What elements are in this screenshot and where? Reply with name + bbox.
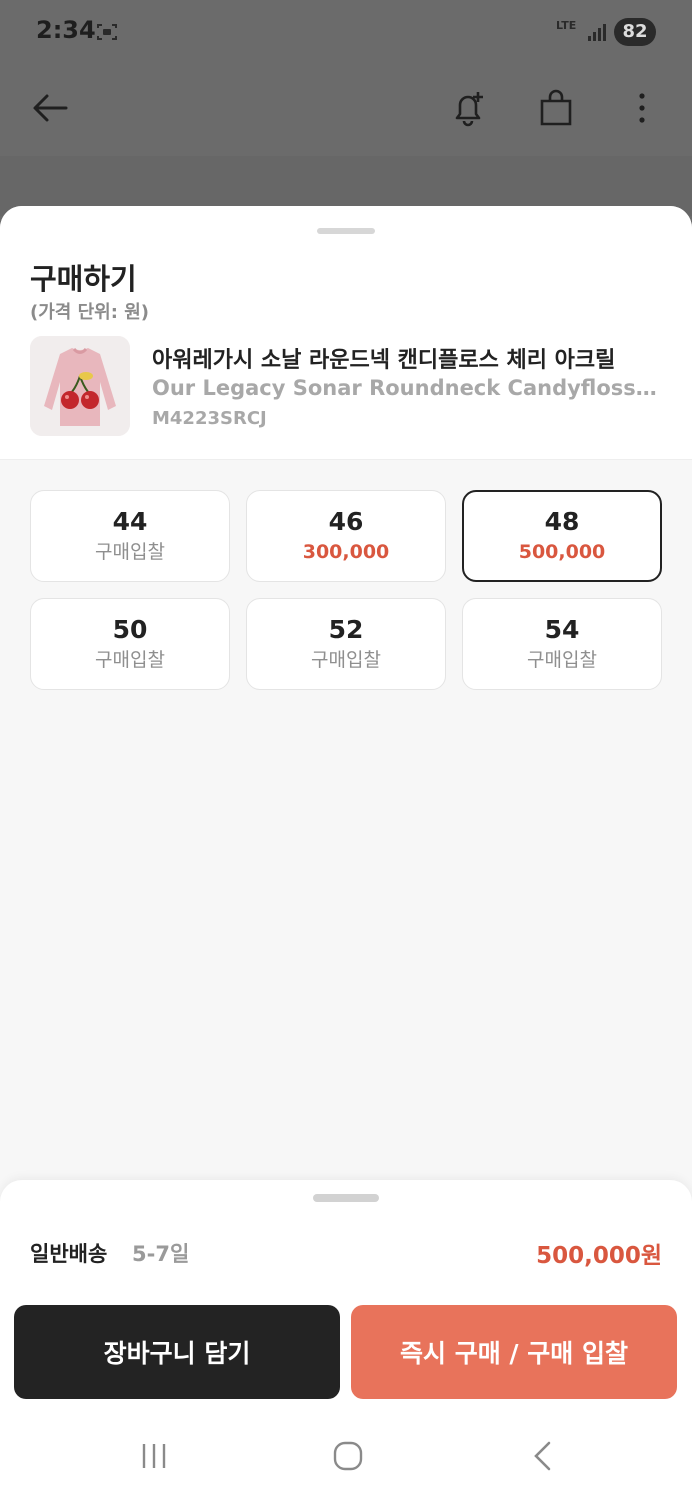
size-status: 구매입찰 (311, 649, 381, 671)
shopping-bag-icon[interactable] (532, 84, 580, 132)
signal-icon (586, 22, 608, 42)
more-vertical-icon[interactable] (618, 84, 666, 132)
size-grid: 44 구매입찰 46 300,000 48 500,000 50 구매입찰 52… (30, 490, 663, 690)
network-type: LTE (556, 19, 577, 32)
app-bar (0, 64, 692, 156)
size-option-54[interactable]: 54 구매입찰 (462, 598, 662, 690)
size-price: 300,000 (302, 541, 390, 563)
status-time: 2:34 (36, 16, 96, 44)
product-name-english: Our Legacy Sonar Roundneck Candyfloss Ch… (152, 376, 662, 400)
status-bar: 2:34 LTE 82 (0, 0, 692, 64)
footer-handle[interactable] (313, 1194, 379, 1202)
size-option-48[interactable]: 48 500,000 (462, 490, 662, 582)
price-unit-note: (가격 단위: 원) (30, 302, 149, 323)
size-option-44[interactable]: 44 구매입찰 (30, 490, 230, 582)
battery-indicator: 82 (614, 18, 656, 46)
screenshot-icon (96, 22, 118, 42)
size-label: 44 (112, 507, 148, 536)
size-status: 구매입찰 (95, 541, 165, 563)
size-label: 52 (328, 615, 364, 644)
size-label: 50 (112, 615, 148, 644)
size-label: 48 (544, 507, 580, 536)
size-option-50[interactable]: 50 구매입찰 (30, 598, 230, 690)
system-nav-bar (0, 1424, 692, 1500)
home-icon[interactable] (318, 1436, 378, 1476)
size-option-52[interactable]: 52 구매입찰 (246, 598, 446, 690)
product-thumbnail (30, 336, 130, 436)
buy-now-button[interactable]: 즉시 구매 / 구매 입찰 (351, 1305, 677, 1399)
size-status: 구매입찰 (95, 649, 165, 671)
product-model-code: M4223SRCJ (152, 408, 267, 429)
sheet-header: 구매하기 (가격 단위: 원) 아워레가시 소날 라운드넥 캔디플로스 체리 아… (0, 206, 692, 460)
back-nav-icon[interactable] (512, 1436, 572, 1476)
recents-icon[interactable] (124, 1436, 184, 1476)
size-status: 구매입찰 (527, 649, 597, 671)
shipping-days: 5-7일 (132, 1242, 190, 1266)
size-label: 54 (544, 615, 580, 644)
bell-plus-icon[interactable] (444, 84, 492, 132)
total-price: 500,000원 (536, 1243, 662, 1269)
size-label: 46 (328, 507, 364, 536)
back-arrow-icon[interactable] (26, 84, 74, 132)
sheet-title: 구매하기 (30, 262, 137, 296)
size-option-46[interactable]: 46 300,000 (246, 490, 446, 582)
size-price: 500,000 (518, 541, 606, 563)
sheet-handle[interactable] (317, 228, 375, 234)
add-to-cart-button[interactable]: 장바구니 담기 (14, 1305, 340, 1399)
shipping-label: 일반배송 (30, 1242, 108, 1266)
product-name-korean: 아워레가시 소날 라운드넥 캔디플로스 체리 아크릴 (152, 348, 616, 373)
